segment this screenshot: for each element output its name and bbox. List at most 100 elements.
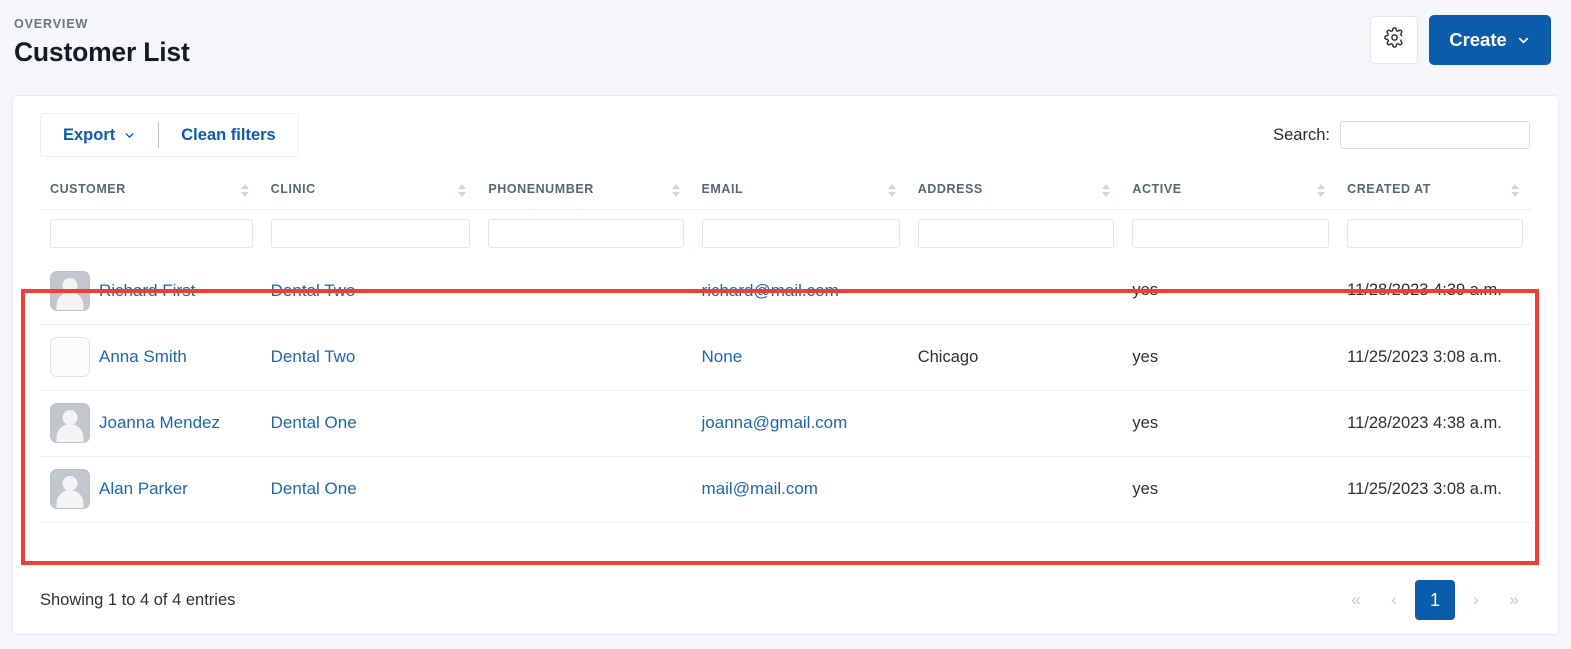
blank-avatar-icon [50,337,90,377]
filter-input-active[interactable] [1132,219,1330,248]
customer-name-link[interactable]: Richard First [99,281,195,301]
clinic-link[interactable]: Dental Two [271,281,356,300]
pagination-page-1[interactable]: 1 [1415,580,1455,620]
column-header-created-at[interactable]: CREATED AT [1337,174,1531,210]
create-button-label: Create [1449,29,1507,50]
cell-email: joanna@gmail.com [691,389,908,456]
column-label: EMAIL [701,182,744,196]
column-header-phonenumber[interactable]: PHONENUMBER [478,174,692,210]
email-link[interactable]: joanna@gmail.com [702,413,848,432]
cell-address [907,389,1123,456]
column-header-email[interactable]: EMAIL [691,174,908,210]
table-row[interactable]: Richard First Dental Two richard@mail.co… [40,258,1531,324]
column-header-customer[interactable]: CUSTOMER [40,174,261,210]
customer-name-link[interactable]: Alan Parker [99,479,188,499]
column-header-address[interactable]: ADDRESS [907,174,1123,210]
cell-email: richard@mail.com [692,258,908,324]
filter-cell-customer [40,210,261,259]
pagination-first[interactable]: « [1339,583,1373,617]
sort-icon[interactable] [887,184,896,197]
cell-active: yes [1122,455,1338,523]
gear-icon [1383,27,1405,53]
pagination: « ‹ 1 › » [1339,580,1531,620]
table-row[interactable]: Alan Parker Dental One mail@mail.com yes [40,455,1531,523]
column-label: ACTIVE [1132,182,1182,196]
clinic-link[interactable]: Dental One [271,479,357,498]
filter-cell-clinic [261,210,479,259]
breadcrumb-overview: OVERVIEW [14,17,89,31]
filter-input-phonenumber[interactable] [488,219,684,248]
sort-icon[interactable] [1102,184,1111,197]
table-footer: Showing 1 to 4 of 4 entries « ‹ 1 › » [13,566,1558,634]
customer-table: CUSTOMER CLINIC PHONENUMBER EMAIL ADDRES… [40,174,1531,523]
created-at-value: 11/28/2023 4:39 a.m. [1347,281,1502,300]
email-link[interactable]: mail@mail.com [702,479,818,498]
search-input[interactable] [1340,121,1530,149]
filter-cell-address [908,210,1123,259]
cell-phonenumber [478,258,691,324]
cell-active: yes [1122,323,1338,390]
cell-address [908,258,1123,324]
filter-input-clinic[interactable] [270,219,471,248]
cell-email: mail@mail.com [691,455,908,523]
created-at-value: 11/25/2023 3:08 a.m. [1347,347,1502,366]
column-header-clinic[interactable]: CLINIC [260,174,479,210]
cell-phonenumber [478,455,692,523]
column-label: CREATED AT [1347,182,1431,196]
search-area: Search: [1273,121,1531,149]
table-head: CUSTOMER CLINIC PHONENUMBER EMAIL ADDRES… [40,174,1531,258]
cell-customer: Joanna Mendez [40,389,261,456]
active-value: yes [1132,413,1159,432]
customer-name-link[interactable]: Joanna Mendez [99,413,220,433]
email-link[interactable]: richard@mail.com [702,281,839,300]
table-area: CUSTOMER CLINIC PHONENUMBER EMAIL ADDRES… [13,174,1558,523]
cell-customer: Richard First [40,258,261,324]
page-header: OVERVIEW Customer List Create [0,0,1571,84]
pagination-next[interactable]: › [1459,583,1493,617]
clinic-link[interactable]: Dental Two [271,347,356,366]
table-row[interactable]: Anna Smith Dental Two None Chicago yes 1… [40,323,1531,390]
email-link[interactable]: None [702,347,743,366]
person-avatar-icon [50,403,90,443]
clean-filters-label: Clean filters [181,125,276,144]
cell-created-at: 11/28/2023 4:39 a.m. [1337,258,1531,324]
sort-icon[interactable] [671,184,680,197]
filter-input-email[interactable] [701,219,900,248]
customer-name-link[interactable]: Anna Smith [99,347,187,367]
cell-phonenumber [478,323,692,390]
sort-icon[interactable] [1317,184,1326,197]
pagination-prev[interactable]: ‹ [1377,583,1411,617]
settings-button[interactable] [1370,16,1418,64]
active-value: yes [1132,479,1159,498]
cell-created-at: 11/28/2023 4:38 a.m. [1337,389,1531,456]
sort-icon[interactable] [458,184,467,197]
column-header-active[interactable]: ACTIVE [1122,174,1338,210]
cell-email: None [691,323,908,390]
table-row[interactable]: Joanna Mendez Dental One joanna@gmail.co… [40,389,1531,456]
toolbar-button-group: Export Clean filters [40,113,299,157]
person-avatar-icon [50,270,90,311]
cell-customer: Alan Parker [40,455,261,523]
sort-icon[interactable] [240,184,249,197]
page-title: Customer List [14,36,190,67]
filter-cell-email [692,210,908,259]
chevron-down-icon [1516,33,1531,48]
clinic-link[interactable]: Dental One [271,413,357,432]
table-body: Richard First Dental Two richard@mail.co… [40,258,1531,523]
create-button[interactable]: Create [1429,15,1551,65]
column-label: CUSTOMER [50,182,126,196]
filter-cell-created-at [1337,210,1531,259]
export-button[interactable]: Export [41,114,158,156]
clean-filters-button[interactable]: Clean filters [159,114,297,156]
sort-icon[interactable] [1511,184,1519,197]
column-label: ADDRESS [917,182,983,196]
filter-input-address[interactable] [917,219,1115,248]
pagination-last[interactable]: » [1497,583,1531,617]
search-label: Search: [1273,125,1330,144]
entries-info: Showing 1 to 4 of 4 entries [40,590,236,609]
filter-input-customer[interactable] [50,219,253,248]
cell-clinic: Dental One [260,455,479,523]
filter-input-created-at[interactable] [1347,219,1523,248]
filter-cell-phonenumber [478,210,691,259]
address-value: Chicago [917,347,979,366]
